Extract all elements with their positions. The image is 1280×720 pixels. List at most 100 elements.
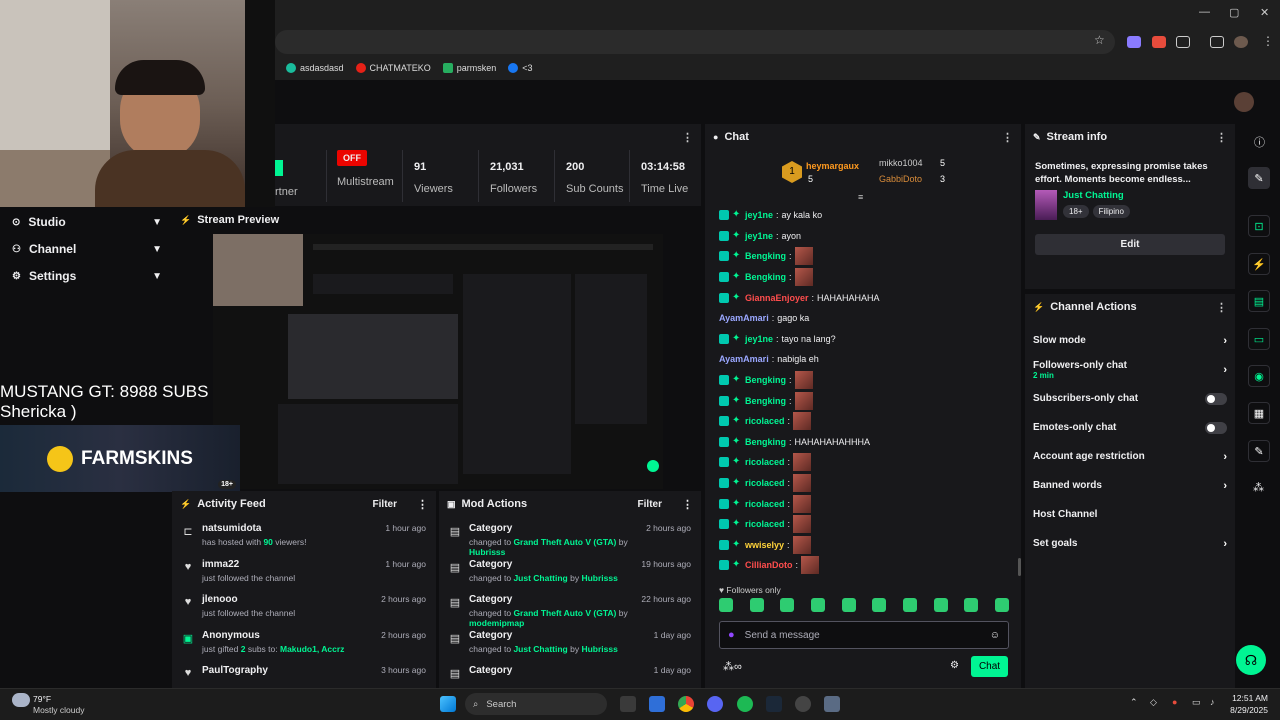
- chat-scrollbar[interactable]: [1018, 558, 1021, 576]
- chat-username[interactable]: jey1ne: [745, 231, 773, 241]
- extensions-icon[interactable]: ⁂: [1253, 481, 1264, 494]
- edit-button[interactable]: Edit: [1035, 234, 1225, 255]
- channel-action-item[interactable]: Emotes-only chat: [1025, 413, 1235, 442]
- mod-action-item[interactable]: ▤ Category changed to Grand Theft Auto V (…: [439, 523, 701, 559]
- collapse-icon[interactable]: ≡: [858, 192, 863, 202]
- activity-item[interactable]: ⊏ natsumidota has hosted with 90 viewers! 1…: [172, 523, 436, 559]
- steam-icon[interactable]: [766, 696, 782, 712]
- chat-message[interactable]: AyamAmari: gago ka: [705, 308, 1021, 329]
- chat-message[interactable]: ✦ ricolaced:: [705, 452, 1021, 473]
- extension-icon[interactable]: [1127, 36, 1141, 48]
- bookmark[interactable]: <3: [508, 63, 533, 73]
- chat-emote[interactable]: [794, 371, 813, 390]
- stat-multistream[interactable]: OFF Multistream: [337, 150, 394, 188]
- help-icon[interactable]: ☊: [1236, 645, 1266, 675]
- chat-emote[interactable]: [794, 391, 813, 410]
- activity-item[interactable]: ♥ PaulTography 3 hours ago: [172, 665, 436, 688]
- chat-message[interactable]: ✦ CillianDoto:: [705, 555, 1021, 576]
- more-options-icon[interactable]: ⋮: [682, 131, 693, 144]
- chat-emote[interactable]: [793, 412, 812, 431]
- chat-message[interactable]: ✦ Bengking:: [705, 370, 1021, 391]
- address-bar[interactable]: [275, 30, 1115, 54]
- channel-action-item[interactable]: Host Channel: [1025, 500, 1235, 529]
- clock-time[interactable]: 12:51 AM: [1232, 693, 1268, 703]
- chat-username[interactable]: Bengking: [745, 437, 786, 447]
- more-options-icon[interactable]: ⋮: [1216, 131, 1227, 144]
- chat-username[interactable]: Bengking: [745, 272, 786, 282]
- network-icon[interactable]: ◇: [1150, 697, 1157, 708]
- chat-emote[interactable]: [794, 268, 813, 287]
- mod-action-item[interactable]: ▤ Category changed to Just Chatting by Hub…: [439, 630, 701, 666]
- store-icon[interactable]: [649, 696, 665, 712]
- toggle-switch[interactable]: [1205, 421, 1227, 434]
- leaderboard-user[interactable]: mikko1004: [879, 158, 923, 168]
- settings-app-icon[interactable]: [824, 696, 840, 712]
- chat-username[interactable]: GiannaEnjoyer: [745, 293, 809, 303]
- quick-emote[interactable]: [964, 598, 979, 612]
- channel-action-item[interactable]: Slow mode ›: [1025, 326, 1235, 355]
- chrome-icon[interactable]: [678, 696, 694, 712]
- chat-username[interactable]: CillianDoto: [745, 560, 793, 570]
- chat-message[interactable]: ✦ jey1ne: ayon: [705, 226, 1021, 247]
- chat-message[interactable]: ✦ Bengking:: [705, 390, 1021, 411]
- channel-action-item[interactable]: Account age restriction ›: [1025, 442, 1235, 471]
- tag-chip[interactable]: 18+: [1063, 205, 1089, 218]
- extension-icon[interactable]: [1152, 36, 1166, 48]
- filter-button[interactable]: Filter: [373, 499, 397, 510]
- chat-send-button[interactable]: Chat: [971, 656, 1008, 677]
- pencil-icon[interactable]: ✎: [1248, 167, 1270, 189]
- chat-emote[interactable]: [794, 247, 813, 266]
- quick-emote[interactable]: [810, 598, 825, 612]
- chat-username[interactable]: jey1ne: [745, 210, 773, 220]
- more-options-icon[interactable]: ⋮: [1002, 131, 1013, 144]
- chat-username[interactable]: jey1ne: [745, 334, 773, 344]
- weather-temp[interactable]: 79°F: [33, 694, 51, 704]
- quick-emote[interactable]: [780, 598, 795, 612]
- quick-emote[interactable]: [872, 598, 887, 612]
- puzzle-icon[interactable]: [1176, 36, 1190, 48]
- mod-action-item[interactable]: ▤ Category 1 day ago: [439, 665, 701, 688]
- quick-emote[interactable]: [749, 598, 764, 612]
- chat-message[interactable]: ✦ jey1ne: tayo na lang?: [705, 329, 1021, 350]
- mod-action-item[interactable]: ▤ Category changed to Just Chatting by Hub…: [439, 559, 701, 595]
- sidebar-item-settings[interactable]: ⚙ Settings ▼: [12, 269, 162, 283]
- chat-message[interactable]: ✦ wwiselyy:: [705, 535, 1021, 556]
- toggle-switch[interactable]: [1205, 392, 1227, 405]
- filter-button[interactable]: Filter: [638, 499, 662, 510]
- chat-message[interactable]: ✦ ricolaced:: [705, 514, 1021, 535]
- user-avatar[interactable]: [1234, 92, 1254, 112]
- chat-emote[interactable]: [801, 556, 820, 575]
- mod-action-item[interactable]: ▤ Category changed to Grand Theft Auto V (…: [439, 594, 701, 630]
- sidebar-item-studio[interactable]: ⊙ Studio ▼: [12, 215, 162, 229]
- chat-username[interactable]: AyamAmari: [719, 313, 769, 323]
- category-link[interactable]: Just Chatting: [1063, 190, 1130, 201]
- channel-action-item[interactable]: Banned words ›: [1025, 471, 1235, 500]
- category-boxart[interactable]: [1035, 190, 1057, 220]
- windows-start-icon[interactable]: [440, 696, 456, 712]
- sidebar-item-channel[interactable]: ⚇ Channel ▼: [12, 242, 162, 256]
- volume-icon[interactable]: ♪: [1210, 697, 1215, 707]
- chat-input[interactable]: ● Send a message ☺: [719, 621, 1009, 649]
- tray-chevron-icon[interactable]: ⌃: [1130, 697, 1138, 708]
- chat-message[interactable]: ✦ ricolaced:: [705, 473, 1021, 494]
- channel-action-item[interactable]: Set goals ›: [1025, 529, 1235, 558]
- channel-points-icon[interactable]: ⁂∞: [723, 660, 742, 673]
- activity-item[interactable]: ♥ jlenooo just followed the channel 2 hours…: [172, 594, 436, 630]
- quick-emote[interactable]: [719, 598, 733, 612]
- more-options-icon[interactable]: ⋮: [417, 498, 428, 511]
- quick-emote[interactable]: [902, 598, 917, 612]
- activity-item[interactable]: ▣ Anonymous just gifted 2 subs to: Makudo1…: [172, 630, 436, 666]
- activity-item[interactable]: ♥ imma22 just followed the channel 1 hour a…: [172, 559, 436, 595]
- chat-message[interactable]: ✦ ricolaced:: [705, 493, 1021, 514]
- chat-username[interactable]: Bengking: [745, 396, 786, 406]
- bookmark[interactable]: asdasdasd: [286, 63, 344, 73]
- chat-username[interactable]: ricolaced: [745, 457, 785, 467]
- more-options-icon[interactable]: ⋮: [682, 498, 693, 511]
- chat-username[interactable]: wwiselyy: [745, 540, 784, 550]
- channel-action-item[interactable]: Subscribers-only chat: [1025, 384, 1235, 413]
- chat-emote[interactable]: [793, 515, 812, 534]
- profile-avatar[interactable]: [1234, 36, 1248, 48]
- stream-preview-video[interactable]: [213, 234, 663, 489]
- chat-username[interactable]: Bengking: [745, 251, 786, 261]
- chat-username[interactable]: ricolaced: [745, 416, 785, 426]
